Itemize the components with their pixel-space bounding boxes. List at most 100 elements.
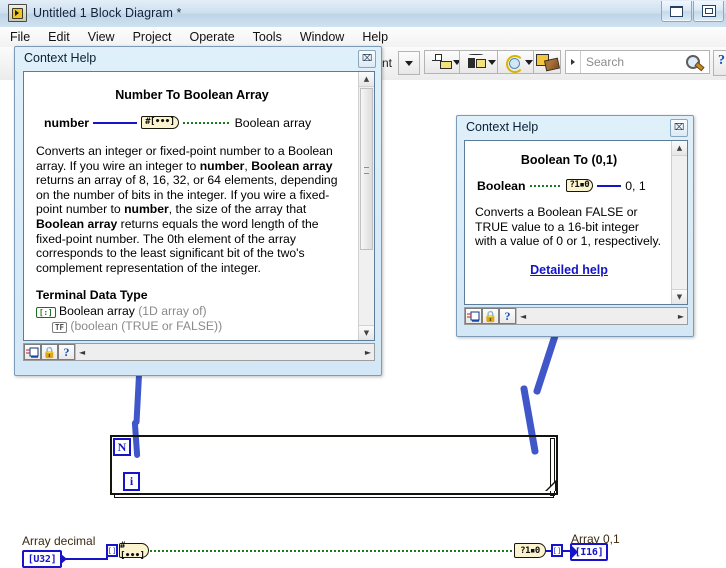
menu-item-help[interactable]: Help [362,30,388,44]
description-emphasis: number [124,202,169,217]
scroll-left-icon[interactable]: ◄ [520,312,526,321]
show-context-help-icon[interactable] [24,344,41,360]
scroll-down-icon[interactable]: ▼ [359,325,374,340]
menu-item-view[interactable]: View [88,30,115,44]
description-emphasis: Boolean array [36,216,118,231]
wire-input-to-tunnel-h1[interactable] [66,558,106,560]
search-field[interactable]: Search [565,50,710,74]
close-icon[interactable]: ⌧ [670,119,688,137]
context-help-toggle-button[interactable]: ? [713,50,726,76]
menu-item-operate[interactable]: Operate [189,30,234,44]
input-terminal-u32[interactable]: [U32] [22,550,62,568]
search-scope-dropdown[interactable] [566,51,581,73]
for-loop-inner-edge [114,493,554,498]
font-ring-label: nt [382,56,393,70]
detailed-help-link[interactable]: Detailed help [475,263,663,277]
context-help-2-output-label: 0, 1 [625,179,646,193]
wire-blue-segment [93,122,138,124]
context-help-window-2[interactable]: Context Help ⌧ ▲ ▼ Boolean To (0,1) Bool… [456,115,694,337]
context-help-2-hscrollbar[interactable]: ◄ ► [516,308,687,324]
window-controls [660,1,724,22]
context-help-1-title: Context Help [24,51,97,65]
context-help-2-terminal-diagram: Boolean ?1▪0 0, 1 [477,178,663,193]
scroll-right-icon[interactable]: ► [678,312,684,321]
context-help-2-title: Context Help [466,120,539,134]
chevron-right-icon [571,59,575,65]
maximize-button[interactable] [693,1,724,22]
reorder-icon [504,54,524,73]
scrollbar-grip [364,167,369,174]
scroll-right-icon[interactable]: ► [365,348,371,357]
window-title: Untitled 1 Block Diagram * [33,6,182,20]
context-help-1-statusbar[interactable]: 🔒 ? ◄ ► [23,343,375,361]
scroll-down-icon[interactable]: ▼ [672,289,687,304]
menu-item-edit[interactable]: Edit [48,30,70,44]
titlebar-left: Untitled 1 Block Diagram * [8,4,182,22]
context-help-2-titlebar[interactable]: Context Help ⌧ [457,116,693,138]
boolean-to-01-glyph: ?1▪0 [565,178,594,192]
detailed-help-icon[interactable]: ? [58,344,75,360]
scrollbar-thumb[interactable] [360,88,373,250]
menu-item-file[interactable]: File [10,30,30,44]
lock-icon[interactable]: 🔒 [41,344,58,360]
context-help-2-scrollbar[interactable]: ▲ ▼ [671,141,687,304]
scroll-up-icon[interactable]: ▲ [359,72,374,87]
scroll-up-icon[interactable]: ▲ [672,141,687,156]
context-help-1-output-label: Boolean array [234,116,312,130]
chevron-down-icon [487,59,496,65]
terminal-row-array: [:] Boolean array (1D array of) [36,304,348,318]
terminal-row-array-note: (1D array of) [138,304,207,319]
loop-count-terminal[interactable]: N [113,438,131,456]
restore-icon [670,6,683,17]
context-help-1-terminal-section-title: Terminal Data Type [36,288,148,303]
output-terminal-arrow [572,546,578,558]
context-help-1-titlebar[interactable]: Context Help ⌧ [15,47,381,69]
boolean-datatype-icon: TF [52,321,68,333]
context-help-window-1[interactable]: Context Help ⌧ ▲ ▼ Number To Boolean Arr… [14,46,382,376]
restore-button[interactable] [661,1,692,22]
context-help-2-statusbar[interactable]: 🔒 ? ◄ ► [464,307,688,325]
close-icon[interactable]: ⌧ [358,50,376,68]
chevron-down-icon [405,60,414,66]
loop-index-terminal[interactable]: i [123,472,140,491]
description-text: , the size of the array that [168,202,307,217]
context-help-1-hscrollbar[interactable]: ◄ ► [75,344,374,360]
align-objects-icon [431,54,452,70]
annotation-stroke-right-a [532,328,561,396]
description-emphasis: Boolean array [251,158,333,173]
search-icon[interactable] [685,54,703,70]
number-to-boolean-array-node[interactable]: #[•••] [119,541,149,561]
show-context-help-icon[interactable] [465,308,482,324]
lock-icon[interactable]: 🔒 [482,308,499,324]
wire-green-segment [182,120,231,126]
context-help-1-terminal-diagram: number #[•••] Boolean array [44,115,348,130]
window-titlebar: Untitled 1 Block Diagram * [0,0,726,27]
loop-output-tunnel[interactable]: [] [551,544,563,557]
loop-input-tunnel[interactable]: [] [106,544,118,557]
menu-item-window[interactable]: Window [300,30,344,44]
context-help-2-input-label: Boolean [477,179,526,193]
show-context-help-glyph [467,311,480,322]
context-help-1-description: Converts an integer or fixed-point numbe… [36,144,348,275]
context-help-1-scrollbar[interactable]: ▲ ▼ [358,72,374,340]
terminal-row-array-name: Boolean array [58,304,135,319]
wire-boolean-array-green[interactable] [150,550,514,552]
menu-item-project[interactable]: Project [133,30,172,44]
clean-up-diagram-button[interactable] [533,50,561,74]
distribute-objects-icon [467,54,487,70]
for-loop-autoindex-corner-fill [547,483,555,491]
search-input[interactable]: Search [581,55,685,69]
clean-up-diagram-icon [536,53,558,71]
font-ring-dropdown[interactable] [398,51,421,75]
labview-icon [8,4,27,22]
context-help-2-description: Converts a Boolean FALSE or TRUE value t… [475,205,662,249]
menu-item-tools[interactable]: Tools [253,30,282,44]
detailed-help-icon[interactable]: ? [499,308,516,324]
wire-blue-segment [597,185,622,187]
scroll-left-icon[interactable]: ◄ [79,348,85,357]
block-diagram-canvas[interactable]: N i Array decimal [U32] [] #[•••] ?1▪0 [… [0,46,726,568]
boolean-to-01-node[interactable]: ?1▪0 [514,543,546,558]
for-loop-border[interactable] [110,435,558,495]
context-help-1-heading: Number To Boolean Array [115,88,269,102]
terminal-row-boolean-note: (boolean (TRUE or FALSE)) [70,319,223,334]
